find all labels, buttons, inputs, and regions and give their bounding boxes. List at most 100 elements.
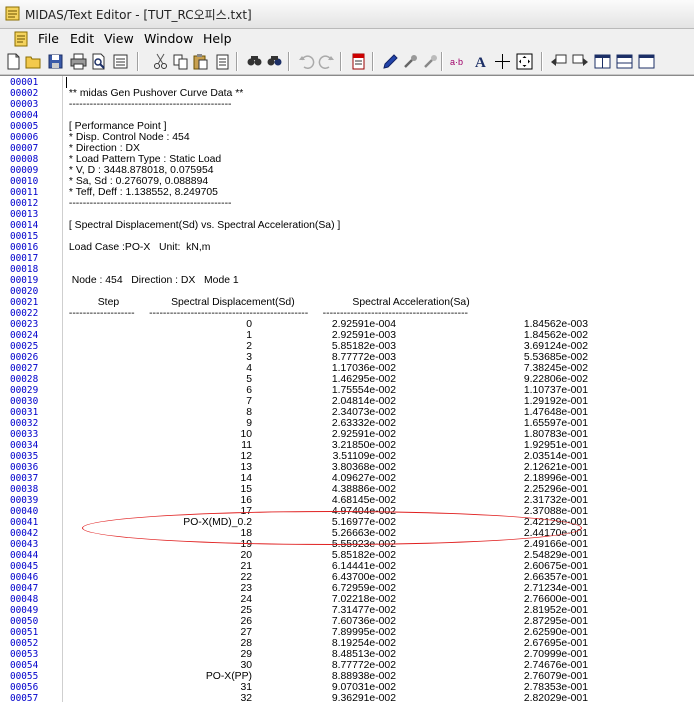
text-line: * Direction : DX — [66, 143, 140, 154]
undo-icon[interactable] — [296, 51, 317, 72]
save-icon[interactable] — [45, 51, 66, 72]
sa-cell: 1.80783e-001 — [523, 429, 588, 440]
line-number-gutter: 00001 00002 00003 00004 00005 00006 00007 00008… — [0, 76, 63, 702]
line-number: 00002 — [10, 88, 39, 99]
sd-cell: 7.31477e-002 — [331, 605, 396, 616]
line-number: 00031 — [10, 407, 39, 418]
tools-alt-icon[interactable] — [420, 51, 441, 72]
line-number: 00040 — [10, 506, 39, 517]
text-line: ----------------------------------------… — [66, 99, 232, 110]
line-number: 00026 — [10, 352, 39, 363]
print-icon[interactable] — [68, 51, 89, 72]
sd-cell: 8.77772e-002 — [331, 660, 396, 671]
line-number: 00017 — [10, 253, 39, 264]
line-number: 00016 — [10, 242, 39, 253]
step-cell: 2 — [246, 341, 252, 352]
menu-file[interactable]: File — [38, 31, 59, 46]
step-cell: 25 — [240, 605, 252, 616]
highlight-ellipse — [82, 511, 582, 545]
tools-icon[interactable] — [400, 51, 421, 72]
text-content[interactable]: ** midas Gen Pushover Curve Data ** ----… — [66, 76, 694, 702]
sa-cell: 7.38245e-002 — [523, 363, 588, 374]
clipboard-icon[interactable] — [212, 51, 233, 72]
sa-cell: 2.18996e-001 — [523, 473, 588, 484]
sd-cell: 9.07031e-002 — [331, 682, 396, 693]
sa-cell: 2.87295e-001 — [523, 616, 588, 627]
sd-cell: 3.80368e-002 — [331, 462, 396, 473]
line-number: 00010 — [10, 176, 39, 187]
document-icon[interactable] — [13, 31, 29, 47]
sd-cell: 8.48513e-002 — [331, 649, 396, 660]
toolbar: a·b A — [0, 49, 694, 75]
editor-pane[interactable]: 00001 00002 00003 00004 00005 00006 00007 00008… — [0, 75, 694, 702]
next-window-icon[interactable] — [570, 51, 591, 72]
tile-vertical-icon[interactable] — [592, 51, 613, 72]
text-line: * Teff, Deff : 1.138552, 8.249705 — [66, 187, 218, 198]
line-number: 00028 — [10, 374, 39, 385]
ab-icon[interactable]: a·b — [448, 51, 469, 72]
menu-edit[interactable]: Edit — [70, 31, 94, 46]
menu-view[interactable]: View — [104, 31, 134, 46]
step-cell: 28 — [240, 638, 252, 649]
sd-cell: 1.46295e-002 — [331, 374, 396, 385]
line-number: 00050 — [10, 616, 39, 627]
text-editor-window: MIDAS/Text Editor - [TUT_RC오피스.txt] File… — [0, 0, 694, 702]
step-cell: 8 — [246, 407, 252, 418]
sa-cell: 9.22806e-002 — [523, 374, 588, 385]
line-number: 00052 — [10, 638, 39, 649]
text-line: [ Performance Point ] — [66, 121, 167, 132]
sd-cell: 4.09627e-002 — [331, 473, 396, 484]
marker-icon[interactable] — [380, 51, 401, 72]
text-caret — [66, 77, 67, 88]
tile-horizontal-icon[interactable] — [614, 51, 635, 72]
toolbar-separator — [236, 52, 238, 71]
line-number: 00032 — [10, 418, 39, 429]
text-line: Step Spectral Displacement(Sd) Spectral … — [66, 297, 470, 308]
line-number: 00046 — [10, 572, 39, 583]
maximize-icon[interactable] — [636, 51, 657, 72]
redo-icon[interactable] — [316, 51, 337, 72]
line-number: 00029 — [10, 385, 39, 396]
print-preview-icon[interactable] — [88, 51, 109, 72]
copy-icon[interactable] — [170, 51, 191, 72]
line-number: 00053 — [10, 649, 39, 660]
font-icon[interactable]: A — [470, 51, 491, 72]
sa-cell: 2.49166e-001 — [523, 539, 588, 550]
line-number: 00049 — [10, 605, 39, 616]
cut-icon[interactable] — [150, 51, 171, 72]
find-icon[interactable] — [244, 51, 265, 72]
step-cell: 15 — [240, 484, 252, 495]
step-cell: 7 — [246, 396, 252, 407]
sd-cell: 2.92591e-004 — [331, 319, 396, 330]
sd-cell: 5.85182e-003 — [331, 341, 396, 352]
page-setup-icon[interactable] — [110, 51, 131, 72]
title-bar[interactable]: MIDAS/Text Editor - [TUT_RC오피스.txt] — [0, 0, 694, 29]
step-cell: 26 — [240, 616, 252, 627]
sd-cell: 3.21850e-002 — [331, 440, 396, 451]
select-box-icon[interactable] — [514, 51, 535, 72]
svg-text:A: A — [475, 55, 486, 70]
step-cell: 3 — [246, 352, 252, 363]
sd-cell: 6.72959e-002 — [331, 583, 396, 594]
text-line: ** midas Gen Pushover Curve Data ** — [66, 88, 244, 99]
line-number: 00005 — [10, 121, 39, 132]
replace-icon[interactable] — [264, 51, 285, 72]
cursor-cross-icon[interactable] — [492, 51, 513, 72]
step-cell: 6 — [246, 385, 252, 396]
sa-cell: 1.92951e-001 — [523, 440, 588, 451]
prev-window-icon[interactable] — [548, 51, 569, 72]
step-cell: 23 — [240, 583, 252, 594]
sd-cell: 4.68145e-002 — [331, 495, 396, 506]
sd-cell: 2.34073e-002 — [331, 407, 396, 418]
open-folder-icon[interactable] — [23, 51, 44, 72]
menu-help[interactable]: Help — [203, 31, 232, 46]
bookmark-icon[interactable] — [348, 51, 369, 72]
line-number: 00035 — [10, 451, 39, 462]
menu-window[interactable]: Window — [144, 31, 193, 46]
sd-cell: 2.63332e-002 — [331, 418, 396, 429]
text-line: * Load Pattern Type : Static Load — [66, 154, 222, 165]
paste-icon[interactable] — [190, 51, 211, 72]
line-number: 00055 — [10, 671, 39, 682]
new-file-icon[interactable] — [3, 51, 24, 72]
step-cell: 32 — [240, 693, 252, 702]
